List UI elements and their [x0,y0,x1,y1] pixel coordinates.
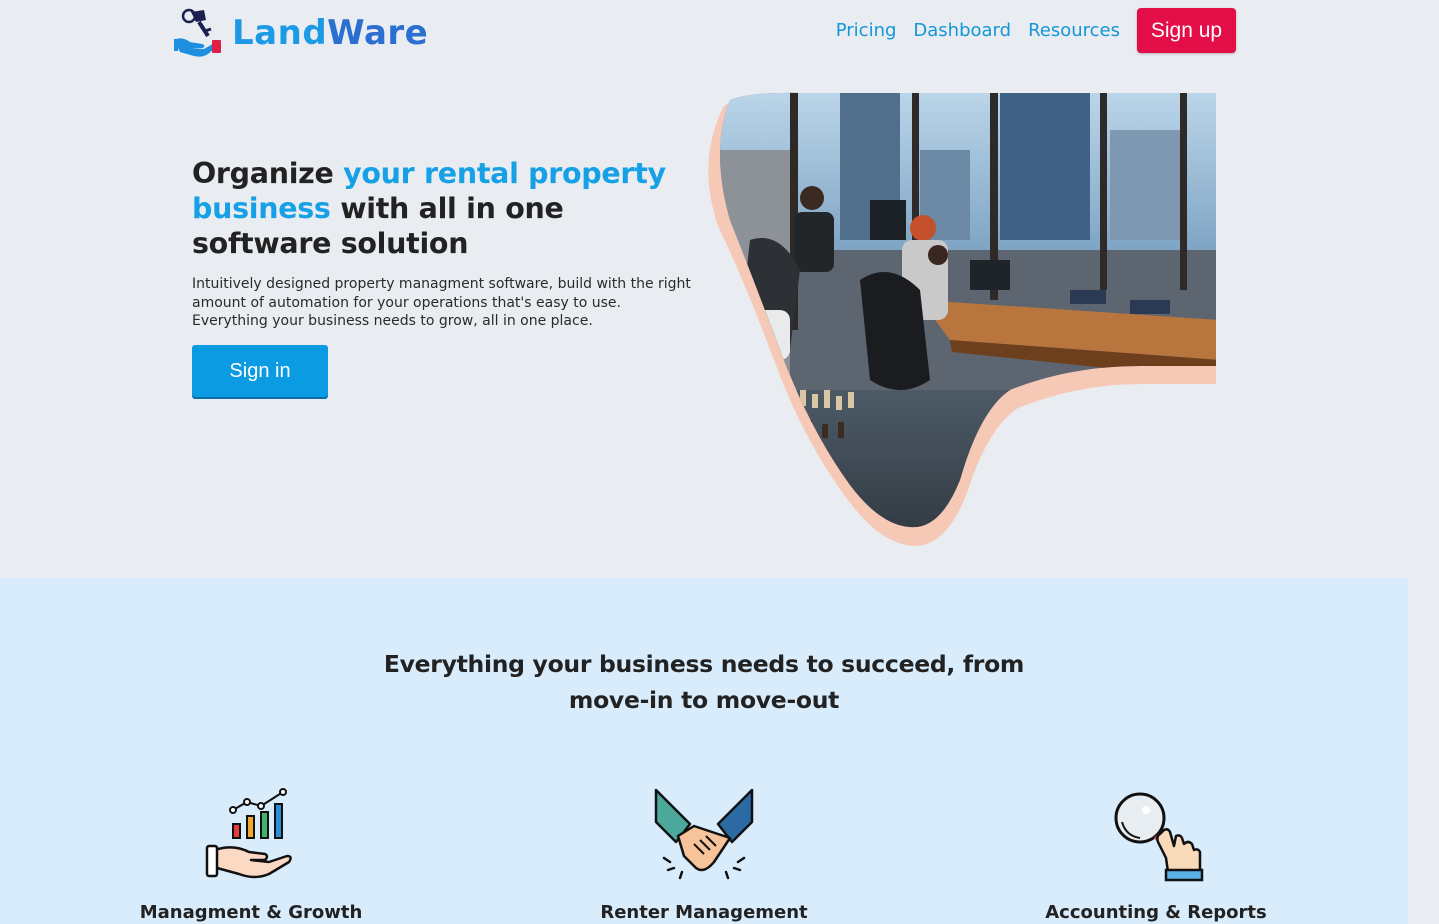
magnifier-hand-icon [1114,792,1204,882]
features-title: Everything your business needs to succee… [383,650,1025,714]
nav-link-resources[interactable]: Resources [1028,20,1120,41]
nav-link-dashboard[interactable]: Dashboard [913,20,1011,41]
features-section: Everything your business needs to succee… [0,578,1408,924]
feature-label: Accounting & Reports [1045,902,1267,923]
signup-button[interactable]: Sign up [1137,8,1236,53]
feature-label: Renter Management [600,902,808,923]
brand-name-part1: Land [232,13,328,53]
hero-description: Intuitively designed property managment … [192,276,691,329]
hero-title: Organize your rental property business w… [192,156,712,261]
handshake-icon [654,788,754,880]
feature-accounting-reports: Accounting & Reports [1006,788,1306,923]
hand-key-icon [174,8,221,57]
brand-name-part2: Ware [327,13,429,53]
brand-logo[interactable]: LandWare [172,6,428,60]
feature-renter-management: Renter Management [554,788,854,923]
feature-management-growth: Managment & Growth [101,788,401,923]
signin-button[interactable]: Sign in [192,345,328,397]
hero-office-image [708,92,1216,546]
main-nav: Pricing Dashboard Resources Sign up [836,8,1236,53]
feature-label: Managment & Growth [139,902,363,923]
nav-link-pricing[interactable]: Pricing [836,20,897,41]
growth-chart-hand-icon [205,788,292,879]
hero-title-part1: Organize [192,157,344,190]
